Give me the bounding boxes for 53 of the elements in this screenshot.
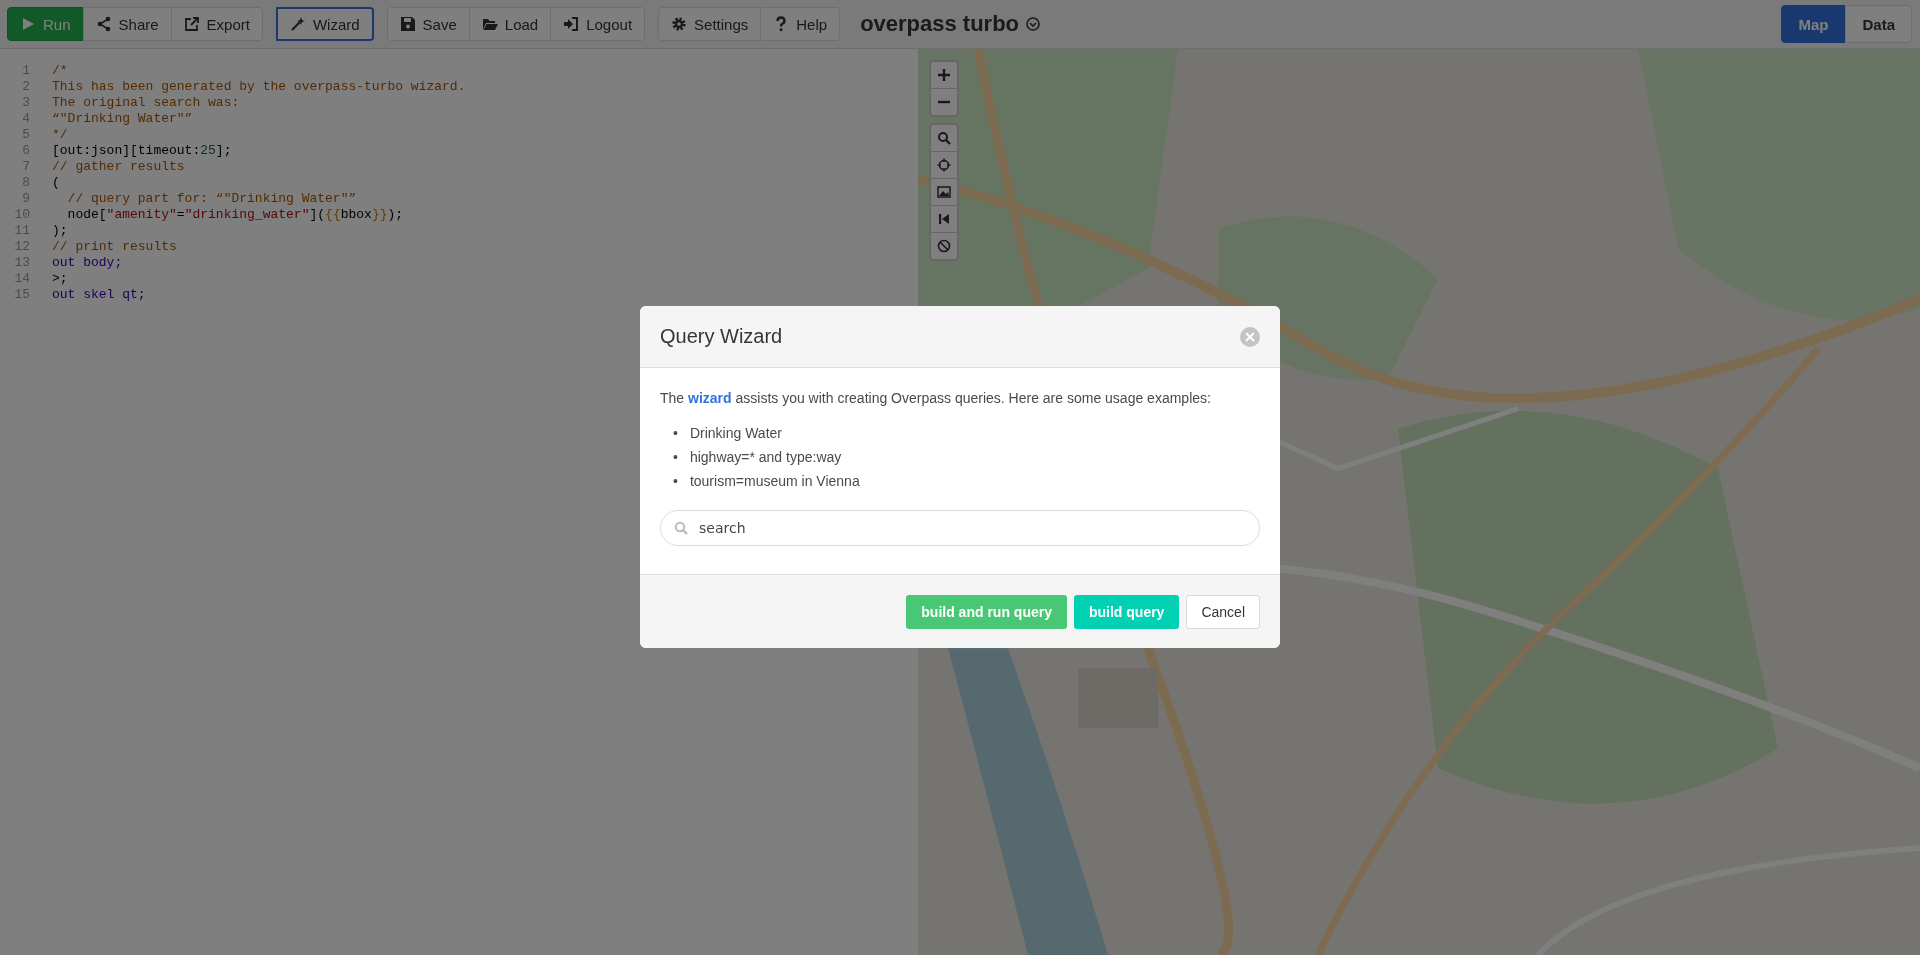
external-link-icon	[183, 16, 200, 32]
search-field[interactable]: search	[660, 510, 1260, 546]
example-item: highway=* and type:way	[689, 448, 842, 466]
code-line: “"Drinking Water"”	[52, 111, 193, 127]
code-line: [out:json][timeout:25];	[52, 143, 232, 159]
toolbar-button[interactable]: Export	[170, 7, 263, 41]
sign-out-icon	[563, 16, 580, 32]
share-icon	[95, 16, 112, 32]
toolbar-button[interactable]: Logout	[550, 7, 646, 41]
code-line: This has been generated by the overpass-turbo wizard.	[52, 79, 466, 95]
bullet-mark: •	[673, 472, 678, 490]
code-line: node["amenity"="drinking_water"]({{bbox}});	[66, 207, 404, 223]
gear-icon	[671, 16, 688, 32]
code-line: // gather results	[52, 159, 185, 175]
search-icon	[674, 521, 688, 535]
code-line: out skel qt;	[52, 287, 146, 303]
skip-back-icon	[937, 212, 951, 226]
close-icon	[1245, 331, 1255, 342]
view-tab[interactable]: Data	[1845, 5, 1912, 43]
bullet-mark: •	[673, 424, 678, 442]
wizard-link[interactable]: wizard	[688, 390, 732, 406]
toolbar-button[interactable]: Wizard	[275, 7, 374, 41]
toolbar-button[interactable]: Save	[386, 7, 470, 41]
toolbar-button[interactable]: Help	[760, 7, 841, 41]
image-icon	[937, 185, 951, 199]
example-item: Drinking Water	[689, 424, 782, 442]
code-line: out body;	[52, 255, 123, 271]
example-item: tourism=museum in Vienna	[689, 472, 860, 490]
intro-text: The wizard assists you with creating Overpass queries. Here are some usage examples:	[660, 390, 1212, 406]
code-line: // query part for: “"Drinking Water"”	[66, 191, 357, 207]
code-line: >;	[52, 271, 68, 287]
code-line: );	[52, 223, 68, 239]
toolbar-button[interactable]: Share	[82, 7, 172, 41]
prohibited-icon	[937, 239, 951, 253]
crosshair-icon	[937, 158, 951, 172]
magic-wand-icon	[289, 16, 306, 32]
code-line: */	[52, 127, 68, 143]
folder-icon	[481, 16, 498, 32]
toolbar-button[interactable]: Settings	[658, 7, 762, 41]
search-icon	[937, 131, 951, 145]
code-line: // print results	[52, 239, 177, 255]
dialog-button[interactable]: Cancel	[1186, 595, 1260, 629]
code-line: (	[52, 175, 60, 191]
code-line: /*	[52, 63, 68, 79]
toolbar-button[interactable]: Load	[468, 7, 552, 41]
dialog-title: Query Wizard	[660, 325, 783, 348]
code-line: The original search was:	[52, 95, 240, 111]
bullet-mark: •	[673, 448, 678, 466]
chevron-circle-icon	[1025, 16, 1042, 32]
view-tab[interactable]: Map	[1781, 5, 1846, 43]
plus-icon	[937, 68, 951, 82]
app-title: overpass turbo	[860, 11, 1020, 37]
play-icon	[20, 16, 36, 32]
